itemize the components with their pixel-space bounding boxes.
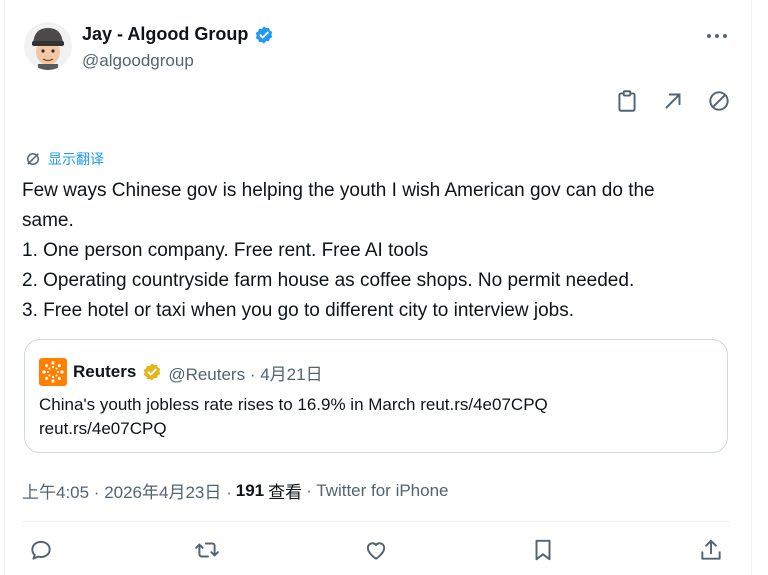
quoted-text-line: China's youth jobless rate rises to 16.9…: [39, 395, 548, 414]
engagement-bar: [28, 537, 728, 565]
right-border: [751, 0, 752, 575]
left-border: [4, 0, 5, 575]
memoji-avatar-icon: [24, 22, 72, 70]
show-translation-label: 显示翻译: [48, 151, 104, 167]
tweet-timestamp[interactable]: 上午4:05 · 2026年4月23日 ·: [22, 478, 232, 503]
share-icon[interactable]: [698, 537, 724, 563]
quoted-author-name[interactable]: Reuters: [73, 362, 136, 382]
quoted-tweet-text: China's youth jobless rate rises to 16.9…: [39, 393, 548, 441]
reuters-logo-icon: [39, 358, 67, 386]
bookmark-icon[interactable]: [530, 537, 556, 563]
quoted-tweet-card[interactable]: Reuters @Reuters · 4月21日 China's youth j…: [24, 339, 728, 453]
tweet-line: 3. Free hotel or taxi when you go to dif…: [22, 300, 574, 321]
views-count: 191: [235, 480, 265, 500]
views-label: 查看: [268, 483, 303, 502]
translate-icon: [27, 153, 39, 165]
like-icon[interactable]: [363, 537, 389, 563]
tweet-text: Few ways Chinese gov is helping the yout…: [22, 176, 742, 326]
reply-icon[interactable]: [28, 537, 54, 563]
tweet-source: · Twitter for iPhone: [306, 480, 449, 500]
more-options-icon[interactable]: [705, 26, 729, 46]
quoted-link[interactable]: reut.rs/4e07CPQ: [39, 417, 548, 441]
author-handle[interactable]: @algoodgroup: [82, 51, 194, 71]
tweet-line: 1. One person company. Free rent. Free A…: [22, 240, 429, 261]
tweet-line: 2. Operating countryside farm house as c…: [22, 270, 635, 291]
tweet-line: Few ways Chinese gov is helping the yout…: [22, 180, 655, 201]
author-display-name[interactable]: Jay - Algood Group: [82, 24, 248, 45]
block-icon[interactable]: [706, 88, 732, 114]
quoted-tweet-header: Reuters @Reuters · 4月21日: [39, 358, 323, 386]
quoted-handle-date: @Reuters · 4月21日: [168, 364, 323, 384]
clipboard-icon[interactable]: [614, 88, 640, 114]
retweet-icon[interactable]: [194, 537, 220, 563]
tweet-line: same.: [22, 210, 74, 231]
author-name-row: Jay - Algood Group: [82, 24, 274, 45]
avatar[interactable]: [24, 22, 72, 70]
top-actions: [614, 88, 732, 114]
verified-badge-icon[interactable]: [254, 25, 274, 45]
tweet-metadata: 上午4:05 · 2026年4月23日 · 191 查看 · Twitter f…: [22, 478, 449, 503]
share-arrow-icon[interactable]: [660, 88, 686, 114]
divider: [22, 521, 730, 522]
show-translation-link[interactable]: 显示翻译: [24, 149, 104, 169]
gold-verified-badge-icon: [142, 362, 162, 382]
